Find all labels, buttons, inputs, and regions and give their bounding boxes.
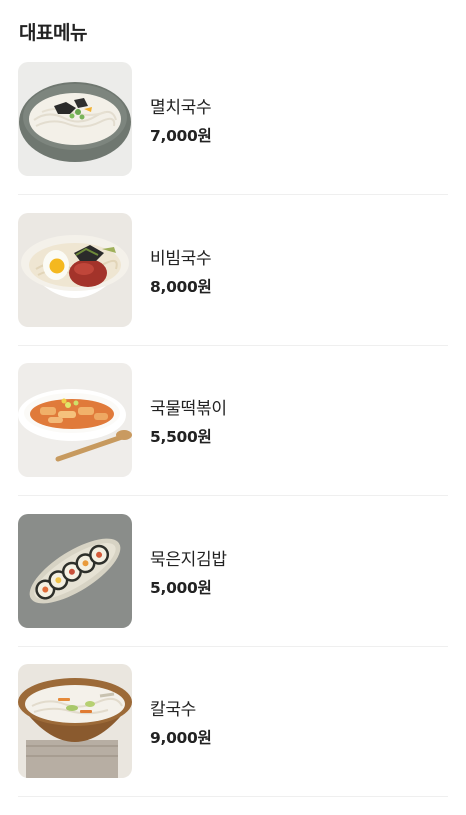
divider [18,796,448,797]
menu-item-price: 9,000원 [150,729,212,747]
spicy-noodle-image [18,212,132,327]
anchovy-noodle-image [18,62,132,176]
menu-item-price: 7,000원 [150,127,212,145]
divider [18,645,448,647]
menu-item[interactable]: 비빔국수 8,000원 [0,212,466,364]
gimbap-image [18,513,132,628]
menu-item[interactable]: 묵은지김밥 5,000원 [0,513,466,665]
menu-item-name: 묵은지김밥 [150,549,227,570]
menu-item-name: 국물떡볶이 [150,399,227,419]
menu-item[interactable]: 국물떡볶이 5,500원 [0,363,466,514]
menu-item-name: 비빔국수 [150,248,212,269]
menu-item-price: 8,000원 [150,277,212,296]
divider [18,194,448,195]
kalguksu-image [18,664,132,778]
menu-item-price: 5,500원 [150,428,212,446]
menu-item[interactable]: 멸치국수 7,000원 [0,62,466,213]
divider [18,344,448,346]
menu-item[interactable]: 칼국수 9,000원 [0,664,466,815]
tteokbokki-image [18,363,132,477]
menu-item-name: 멸치국수 [150,98,212,118]
menu-item-price: 5,000원 [150,578,212,597]
section-title: 대표메뉴 [19,22,87,44]
menu-item-name: 칼국수 [150,700,197,720]
menu-list: 멸치국수 7,000원 비빔국수 8,000원 국물떡볶이 5,500원 묵은지… [0,62,466,815]
divider [18,495,448,496]
